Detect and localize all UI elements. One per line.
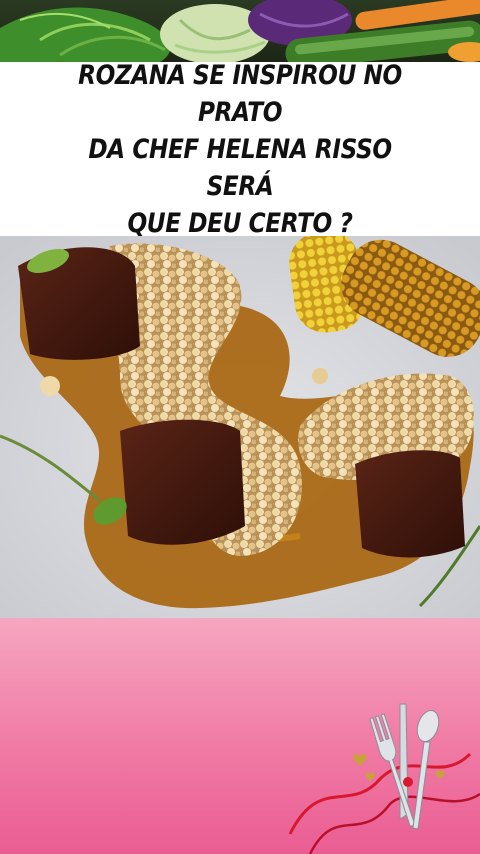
headline-text: ROZANA SE INSPIROU NO PRATO DA CHEF HELE… [58,57,423,242]
headline-card: ROZANA SE INSPIROU NO PRATO DA CHEF HELE… [0,60,480,239]
pink-footer [0,618,480,854]
headline-line-1: ROZANA SE INSPIROU NO PRATO [78,59,402,128]
dish-illustration [0,236,480,618]
dish-photo [0,236,480,618]
vegetables-banner [0,0,480,62]
fork-knife-spoon-ribbon-icon [288,703,480,854]
vegetables-illustration [0,0,480,62]
headline-line-2: DA CHEF HELENA RISSO SERÁ [88,133,392,202]
